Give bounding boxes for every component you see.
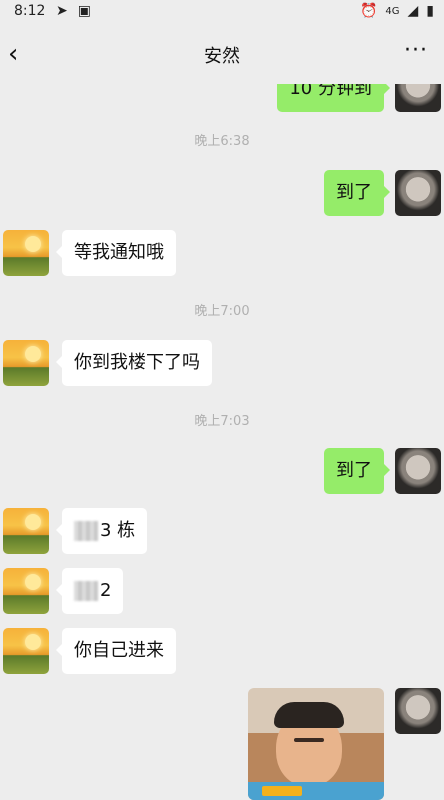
avatar[interactable] <box>395 448 441 494</box>
status-bar: 8:12 ➤ ▣ ⏰ 4G ◢ ▮ <box>0 0 444 24</box>
chat-title: 安然 <box>204 46 240 67</box>
battery-icon: ▮ <box>426 3 434 19</box>
image-icon: ▣ <box>77 3 91 19</box>
avatar[interactable] <box>395 84 441 112</box>
message-row: 到了 <box>0 448 444 496</box>
sticker-banner <box>262 786 302 796</box>
message-bubble[interactable]: 3 栋 <box>55 508 148 554</box>
sticker-eyes <box>294 738 324 742</box>
message-row: 3 栋 <box>0 508 444 556</box>
redacted-text <box>74 521 98 541</box>
message-row: 你自己进来 <box>0 628 444 676</box>
message-text: 2 <box>100 580 112 601</box>
message-row: 10 分钟到 <box>0 84 444 114</box>
signal-icon: ◢ <box>407 3 419 19</box>
sticker-hair <box>274 702 344 728</box>
message-row: 你到我楼下了吗 <box>0 340 444 388</box>
message-bubble[interactable]: 你自己进来 <box>56 628 176 674</box>
timestamp: 晚上7:03 <box>194 414 250 429</box>
message-bubble[interactable]: 2 <box>55 568 124 614</box>
avatar[interactable] <box>395 170 441 216</box>
avatar[interactable] <box>3 340 49 386</box>
avatar[interactable] <box>3 628 49 674</box>
avatar[interactable] <box>395 688 441 734</box>
avatar[interactable] <box>3 230 49 276</box>
avatar[interactable] <box>3 508 49 554</box>
alarm-icon: ⏰ <box>359 3 378 19</box>
more-options-button[interactable]: ··· <box>404 38 428 63</box>
message-bubble[interactable]: 到了 <box>324 170 390 216</box>
message-bubble[interactable]: 你到我楼下了吗 <box>56 340 212 386</box>
avatar[interactable] <box>3 568 49 614</box>
message-bubble[interactable]: 等我通知哦 <box>56 230 176 276</box>
network-type: 4G <box>385 5 400 17</box>
message-text: 3 栋 <box>100 520 136 541</box>
telegram-icon: ➤ <box>56 3 68 19</box>
chat-area[interactable]: 10 分钟到 晚上6:38 到了 等我通知哦 晚上7:00 你到我楼下了吗 晚上… <box>0 84 444 800</box>
status-time: 8:12 <box>14 3 46 19</box>
message-row: 到了 <box>0 170 444 218</box>
chat-header: ‹ 安然 ··· <box>0 24 444 84</box>
message-row: 2 <box>0 568 444 616</box>
redacted-text <box>74 581 98 601</box>
sticker-image[interactable] <box>248 688 384 800</box>
message-row: 等我通知哦 <box>0 230 444 278</box>
timestamp: 晚上7:00 <box>194 304 250 319</box>
timestamp: 晚上6:38 <box>194 134 250 149</box>
message-bubble[interactable]: 到了 <box>324 448 390 494</box>
message-bubble[interactable]: 10 分钟到 <box>277 84 390 112</box>
